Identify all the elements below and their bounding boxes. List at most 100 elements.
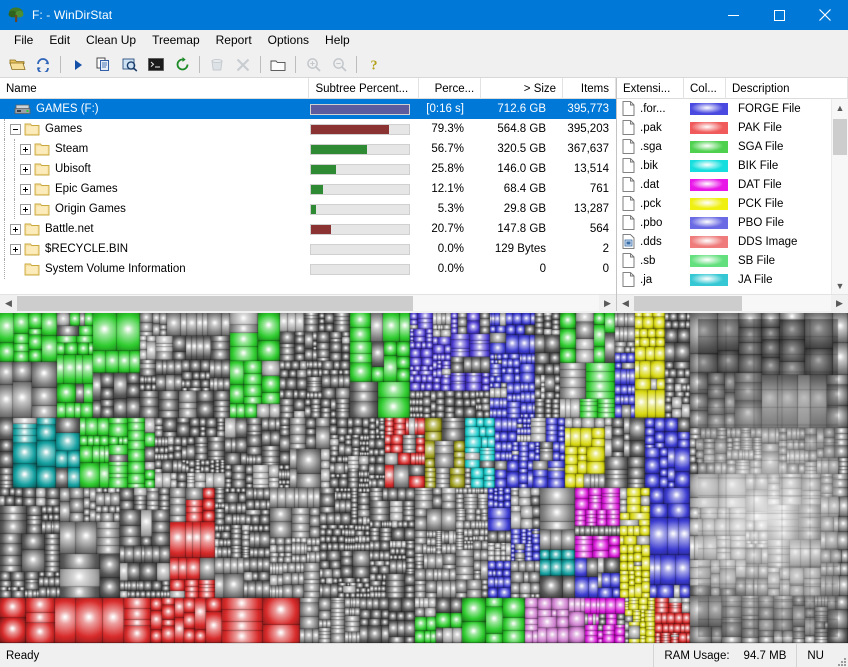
- cell-size: 129 Bytes: [494, 243, 546, 255]
- file-icon: [622, 253, 635, 268]
- menu-report[interactable]: Report: [208, 31, 260, 51]
- table-row[interactable]: Games 79.3% 564.8 GB 395,203: [0, 119, 616, 139]
- open-folder-icon[interactable]: [5, 54, 29, 76]
- list-item[interactable]: .dat DAT File: [617, 175, 831, 194]
- scroll-thumb[interactable]: [17, 295, 413, 311]
- close-icon[interactable]: [802, 0, 848, 30]
- menu-edit[interactable]: Edit: [41, 31, 78, 51]
- scroll-thumb[interactable]: [634, 295, 743, 311]
- tree-expand-button[interactable]: [20, 143, 31, 155]
- list-item[interactable]: .sb SB File: [617, 251, 831, 270]
- explorer-here-icon[interactable]: [118, 54, 142, 76]
- delete-permanent-icon[interactable]: [231, 54, 255, 76]
- column-header-size[interactable]: > Size: [481, 78, 564, 99]
- continue-play-icon[interactable]: [66, 54, 90, 76]
- ext-horizontal-scrollbar[interactable]: ◀ ▶: [617, 294, 848, 312]
- cell-name: System Volume Information: [0, 259, 310, 279]
- menu-treemap[interactable]: Treemap: [144, 31, 208, 51]
- delete-recycle-icon[interactable]: [205, 54, 229, 76]
- list-item[interactable]: .pbo PBO File: [617, 213, 831, 232]
- extension-description: PCK File: [738, 197, 784, 210]
- zoom-out-icon[interactable]: [327, 54, 351, 76]
- rescan-icon[interactable]: [31, 54, 55, 76]
- column-header-subtree-percent[interactable]: Subtree Percent...: [309, 78, 420, 99]
- list-item[interactable]: .for... FORGE File: [617, 99, 831, 118]
- toolbar-separator: [356, 56, 357, 73]
- list-item[interactable]: .sga SGA File: [617, 137, 831, 156]
- column-header-color[interactable]: Col...: [684, 78, 726, 99]
- color-swatch: [690, 178, 728, 191]
- tree-expand-button[interactable]: [20, 163, 31, 175]
- list-item[interactable]: .dds DDS Image: [617, 232, 831, 251]
- image-file-icon: [622, 234, 635, 249]
- maximize-icon[interactable]: [756, 0, 802, 30]
- column-header-percent[interactable]: Perce...: [419, 78, 482, 99]
- extension-description: DAT File: [738, 178, 782, 191]
- tree-row-list[interactable]: GAMES (F:) [0:16 s] 712.6 GB 395,773 Games 79…: [0, 99, 616, 294]
- minimize-icon[interactable]: [710, 0, 756, 30]
- list-item[interactable]: .ja JA File: [617, 270, 831, 289]
- cell-percent: 56.7%: [431, 143, 464, 155]
- tree-expand-button[interactable]: [20, 183, 31, 195]
- extension-label: .sga: [640, 140, 662, 153]
- scroll-thumb[interactable]: [833, 119, 847, 155]
- treemap-canvas[interactable]: [0, 313, 848, 643]
- table-row[interactable]: GAMES (F:) [0:16 s] 712.6 GB 395,773: [0, 99, 616, 119]
- scroll-left-arrow[interactable]: ◀: [617, 294, 634, 312]
- folder-icon: [34, 202, 50, 216]
- help-icon[interactable]: ?: [362, 54, 386, 76]
- ext-vertical-scrollbar[interactable]: ▲ ▼: [831, 99, 848, 294]
- cell-percent: 79.3%: [431, 123, 464, 135]
- tree-expand-button[interactable]: [10, 243, 21, 255]
- table-row[interactable]: $RECYCLE.BIN 0.0% 129 Bytes 2: [0, 239, 616, 259]
- table-row[interactable]: Steam 56.7% 320.5 GB 367,637: [0, 139, 616, 159]
- scroll-track[interactable]: [832, 116, 848, 277]
- show-treemap-icon[interactable]: [266, 54, 290, 76]
- tree-horizontal-scrollbar[interactable]: ◀ ▶: [0, 294, 616, 312]
- scroll-right-arrow[interactable]: ▶: [599, 294, 616, 312]
- column-header-items[interactable]: Items: [563, 78, 616, 99]
- list-item[interactable]: .pck PCK File: [617, 194, 831, 213]
- menu-file[interactable]: File: [6, 31, 41, 51]
- refresh-selected-icon[interactable]: [170, 54, 194, 76]
- extension-label: .sb: [640, 254, 656, 267]
- tree-guide: [10, 199, 20, 219]
- menu-help[interactable]: Help: [317, 31, 358, 51]
- table-row[interactable]: Epic Games 12.1% 68.4 GB 761: [0, 179, 616, 199]
- window-title: F: - WinDirStat: [32, 8, 113, 22]
- menu-clean-up[interactable]: Clean Up: [78, 31, 144, 51]
- extension-row-list[interactable]: .for... FORGE File .pak PAK File .sga SGA Fil…: [617, 99, 831, 294]
- scroll-track[interactable]: [17, 294, 599, 312]
- toolbar-separator: [199, 56, 200, 73]
- scroll-track[interactable]: [634, 294, 831, 312]
- column-header-extension[interactable]: Extensi...: [617, 78, 684, 99]
- table-row[interactable]: Battle.net 20.7% 147.8 GB 564: [0, 219, 616, 239]
- zoom-in-icon[interactable]: [301, 54, 325, 76]
- column-header-name[interactable]: Name: [0, 78, 310, 99]
- menu-options[interactable]: Options: [260, 31, 317, 51]
- list-item[interactable]: .bik BIK File: [617, 156, 831, 175]
- tree-expand-button[interactable]: [20, 203, 31, 215]
- cell-name: Origin Games: [0, 199, 310, 219]
- scroll-down-arrow[interactable]: ▼: [832, 277, 848, 294]
- extension-description: SGA File: [738, 140, 784, 153]
- table-row[interactable]: Ubisoft 25.8% 146.0 GB 13,514: [0, 159, 616, 179]
- scroll-up-arrow[interactable]: ▲: [832, 99, 848, 116]
- tree-collapse-button[interactable]: [10, 123, 21, 135]
- toolbar-separator: [295, 56, 296, 73]
- scroll-right-arrow[interactable]: ▶: [831, 294, 848, 312]
- window-controls: [710, 0, 848, 30]
- row-name-label: Battle.net: [45, 223, 94, 235]
- column-header-description[interactable]: Description: [726, 78, 848, 99]
- table-row[interactable]: Origin Games 5.3% 29.8 GB 13,287: [0, 199, 616, 219]
- cell-percent: 20.7%: [431, 223, 464, 235]
- copy-icon[interactable]: [92, 54, 116, 76]
- treemap-view[interactable]: blogchiasekienthuc.com: [0, 311, 848, 643]
- file-icon: [622, 120, 635, 135]
- table-row[interactable]: System Volume Information 0.0% 0 0: [0, 259, 616, 279]
- resize-grip-icon[interactable]: [834, 644, 848, 667]
- scroll-left-arrow[interactable]: ◀: [0, 294, 17, 312]
- tree-expand-button[interactable]: [10, 223, 21, 235]
- command-prompt-icon[interactable]: [144, 54, 168, 76]
- list-item[interactable]: .pak PAK File: [617, 118, 831, 137]
